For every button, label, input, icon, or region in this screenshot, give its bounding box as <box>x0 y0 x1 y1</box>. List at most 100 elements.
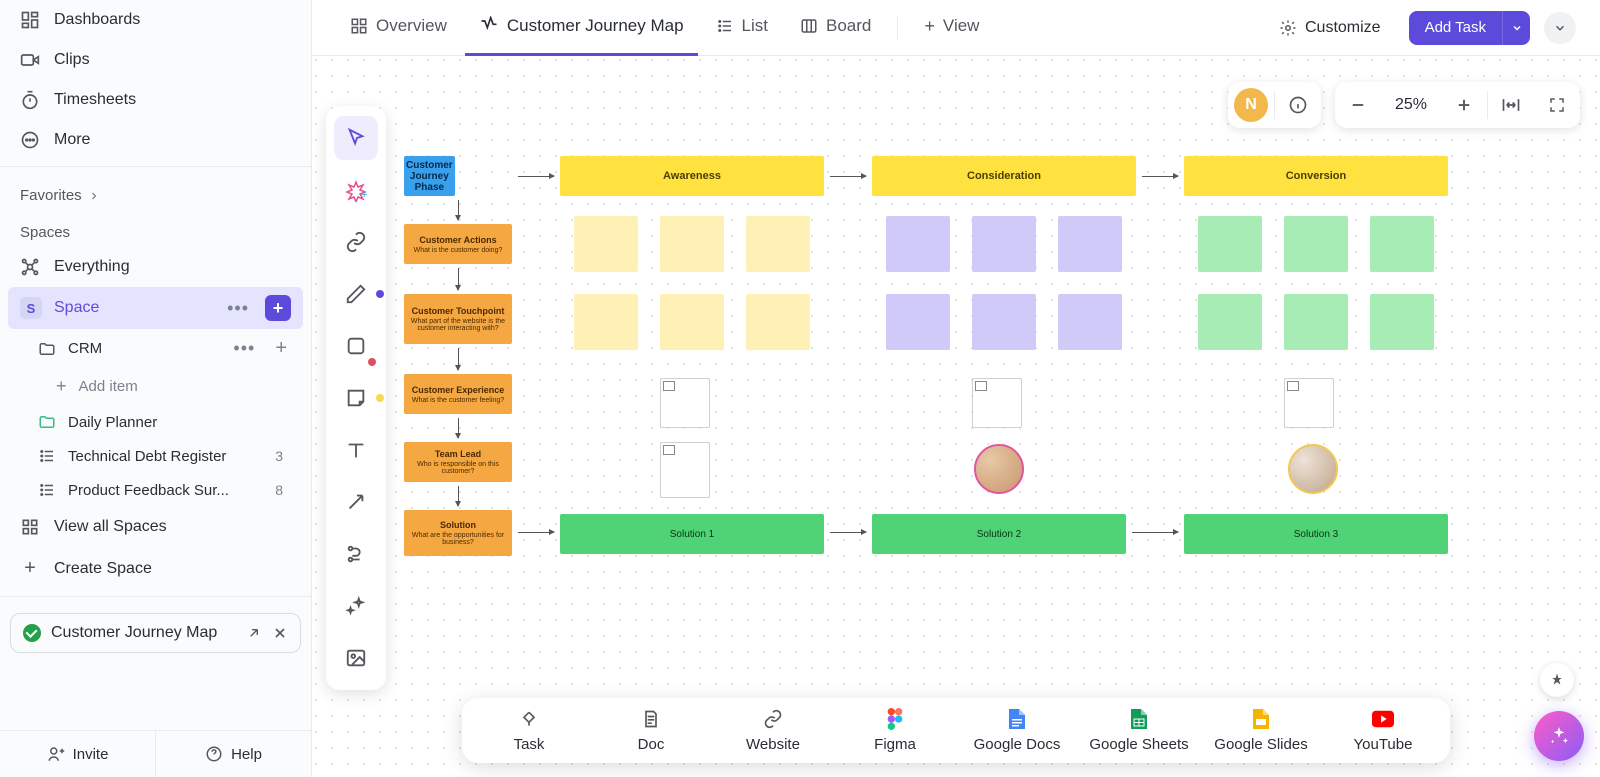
favorites-header[interactable]: Favorites <box>0 173 311 210</box>
dock-task[interactable]: Task <box>468 708 590 753</box>
sidebar-daily-planner[interactable]: Daily Planner <box>8 405 303 439</box>
connector[interactable] <box>458 268 459 290</box>
sticky[interactable] <box>1370 294 1434 350</box>
invite-button[interactable]: Invite <box>0 731 155 777</box>
sticky[interactable] <box>1370 216 1434 272</box>
fullscreen-button[interactable] <box>1534 82 1580 128</box>
tab-add-view[interactable]: + View <box>910 0 993 56</box>
sticky[interactable] <box>660 216 724 272</box>
avatar[interactable] <box>974 444 1024 494</box>
dock-website[interactable]: Website <box>712 708 834 753</box>
connector[interactable] <box>830 532 866 533</box>
sticky[interactable] <box>1198 294 1262 350</box>
image-placeholder[interactable] <box>660 442 710 498</box>
tool-magic[interactable] <box>334 584 378 628</box>
avatar[interactable] <box>1288 444 1338 494</box>
sidebar-create-space[interactable]: + Create Space <box>8 547 303 590</box>
connector[interactable] <box>458 418 459 438</box>
tool-shape[interactable] <box>334 324 378 368</box>
sticky[interactable] <box>1058 216 1122 272</box>
sidebar-crm[interactable]: CRM ••• + <box>8 329 303 368</box>
tool-text[interactable] <box>334 428 378 472</box>
tab-overview[interactable]: Overview <box>336 0 461 56</box>
row-actions[interactable]: Customer ActionsWhat is the customer doi… <box>404 224 512 264</box>
row-touchpoint[interactable]: Customer TouchpointWhat part of the webs… <box>404 294 512 344</box>
sticky[interactable] <box>886 294 950 350</box>
customize-button[interactable]: Customize <box>1269 19 1391 37</box>
tool-link[interactable] <box>334 220 378 264</box>
sidebar-add-item[interactable]: + Add item <box>8 368 303 405</box>
solution-2[interactable]: Solution 2 <box>872 514 1126 554</box>
tab-journey-map[interactable]: Customer Journey Map <box>465 0 698 56</box>
sticky[interactable] <box>972 216 1036 272</box>
open-external-icon[interactable] <box>246 625 262 641</box>
sticky[interactable] <box>972 294 1036 350</box>
sticky[interactable] <box>746 294 810 350</box>
sidebar-view-all-spaces[interactable]: View all Spaces <box>8 507 303 547</box>
crm-more-button[interactable]: ••• <box>229 338 259 359</box>
dock-figma[interactable]: Figma <box>834 708 956 753</box>
sidebar-clips[interactable]: Clips <box>8 40 303 80</box>
connector[interactable] <box>830 176 866 177</box>
sidebar-space[interactable]: S Space ••• + <box>8 287 303 329</box>
sticky[interactable] <box>574 294 638 350</box>
presence-avatar[interactable]: N <box>1234 88 1268 122</box>
zoom-level[interactable]: 25% <box>1381 96 1441 114</box>
tool-sticky[interactable] <box>334 376 378 420</box>
sticky[interactable] <box>1284 294 1348 350</box>
ai-fab[interactable] <box>1534 711 1584 761</box>
row-experience[interactable]: Customer ExperienceWhat is the customer … <box>404 374 512 414</box>
phase-conversion[interactable]: Conversion <box>1184 156 1448 196</box>
tab-list[interactable]: List <box>702 0 782 56</box>
open-location-pill[interactable]: Customer Journey Map <box>10 613 301 653</box>
connector[interactable] <box>518 176 554 177</box>
connector[interactable] <box>458 486 459 506</box>
tool-ai[interactable]: + <box>334 168 378 212</box>
tab-board[interactable]: Board <box>786 0 885 56</box>
sticky[interactable] <box>660 294 724 350</box>
close-icon[interactable] <box>272 625 288 641</box>
phase-header-cell[interactable]: Customer Journey Phase <box>404 156 455 196</box>
image-placeholder[interactable] <box>1284 378 1334 428</box>
solution-1[interactable]: Solution 1 <box>560 514 824 554</box>
image-placeholder[interactable] <box>660 378 710 428</box>
space-add-button[interactable]: + <box>265 295 291 321</box>
connector[interactable] <box>1142 176 1178 177</box>
sticky[interactable] <box>1058 294 1122 350</box>
tool-organize[interactable] <box>334 532 378 576</box>
dock-gdocs[interactable]: Google Docs <box>956 708 1078 753</box>
space-more-button[interactable]: ••• <box>223 298 253 319</box>
tool-connector[interactable] <box>334 480 378 524</box>
sticky[interactable] <box>746 216 810 272</box>
dock-gslides[interactable]: Google Slides <box>1200 708 1322 753</box>
phase-awareness[interactable]: Awareness <box>560 156 824 196</box>
sidebar-feedback[interactable]: Product Feedback Sur... 8 <box>8 473 303 507</box>
dock-gsheets[interactable]: Google Sheets <box>1078 708 1200 753</box>
tool-pointer[interactable] <box>334 116 378 160</box>
zoom-in-button[interactable] <box>1441 82 1487 128</box>
row-solution[interactable]: SolutionWhat are the opportunities for b… <box>404 510 512 556</box>
info-button[interactable] <box>1275 82 1321 128</box>
connector[interactable] <box>458 200 459 220</box>
fit-width-button[interactable] <box>1488 82 1534 128</box>
connector[interactable] <box>458 348 459 370</box>
add-task-dropdown[interactable] <box>1502 11 1530 45</box>
phase-consideration[interactable]: Consideration <box>872 156 1136 196</box>
image-placeholder[interactable] <box>972 378 1022 428</box>
sidebar-timesheets[interactable]: Timesheets <box>8 80 303 120</box>
more-menu-button[interactable] <box>1544 12 1576 44</box>
connector[interactable] <box>518 532 554 533</box>
help-button[interactable]: Help <box>155 731 311 777</box>
tool-image[interactable] <box>334 636 378 680</box>
sticky[interactable] <box>886 216 950 272</box>
sticky[interactable] <box>1198 216 1262 272</box>
sticky[interactable] <box>1284 216 1348 272</box>
pin-dock-button[interactable] <box>1540 663 1574 697</box>
solution-3[interactable]: Solution 3 <box>1184 514 1448 554</box>
sidebar-more[interactable]: More <box>8 120 303 160</box>
dock-doc[interactable]: Doc <box>590 708 712 753</box>
dock-youtube[interactable]: YouTube <box>1322 708 1444 753</box>
sticky[interactable] <box>574 216 638 272</box>
connector[interactable] <box>1132 532 1178 533</box>
crm-add-button[interactable]: + <box>271 337 291 360</box>
